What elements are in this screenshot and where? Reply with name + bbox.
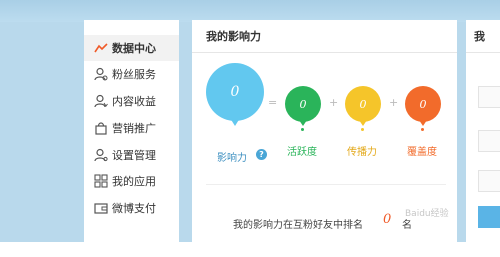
spread-dot: [361, 128, 364, 131]
sidebar-item-marketing[interactable]: 营销推广: [84, 115, 179, 141]
panel-title: 我的影响力: [206, 30, 261, 43]
right-panel: 我: [466, 20, 500, 242]
sidebar-item-fan-service[interactable]: 粉丝服务: [84, 61, 179, 87]
spread-value: 0: [359, 97, 367, 111]
top-banner: [0, 0, 500, 22]
right-panel-box: [478, 170, 500, 192]
shopping-bag-icon: [94, 121, 108, 135]
plus-sign: +: [329, 96, 339, 109]
spread-bubble-tail: [359, 120, 367, 126]
right-panel-button[interactable]: [478, 206, 500, 228]
coverage-dot: [421, 128, 424, 131]
spread-label: 传播力: [347, 147, 377, 158]
sidebar-item-label: 内容收益: [112, 95, 156, 108]
wallet-icon: [94, 201, 108, 215]
sidebar-item-label: 我的应用: [112, 175, 156, 188]
activity-value: 0: [299, 97, 307, 111]
plus-sign: +: [389, 96, 399, 109]
activity-bubble-tail: [299, 120, 307, 126]
sidebar-nav: 数据中心 粉丝服务 内容收益 营销推广 设置管理 我的应用 微博支付: [84, 20, 179, 242]
apps-grid-icon: [94, 174, 108, 188]
bottom-band: [0, 242, 500, 257]
activity-bubble: 0: [285, 86, 321, 122]
sidebar-item-weibo-pay[interactable]: 微博支付: [84, 195, 179, 221]
right-panel-title: 我: [474, 30, 485, 43]
sidebar-item-my-apps[interactable]: 我的应用: [84, 168, 179, 194]
sidebar-item-label: 微博支付: [112, 202, 156, 215]
sidebar-item-label: 营销推广: [112, 122, 156, 135]
coverage-bubble: 0: [405, 86, 441, 122]
equals-sign: =: [268, 96, 278, 109]
content-divider: [206, 184, 446, 185]
watermark: Baidu经验: [405, 209, 449, 219]
sidebar-item-settings[interactable]: 设置管理: [84, 142, 179, 168]
title-divider: [192, 52, 457, 53]
sidebar-item-label: 设置管理: [112, 149, 156, 162]
coverage-bubble-tail: [419, 120, 427, 126]
activity-label: 活跃度: [287, 147, 317, 158]
sidebar-item-label: 数据中心: [112, 42, 156, 55]
user-settings-icon: [94, 148, 108, 162]
right-panel-box: [478, 130, 500, 152]
rank-value: 0: [383, 212, 392, 227]
coverage-label: 覆盖度: [407, 147, 437, 158]
trend-line-icon: [94, 41, 108, 55]
user-icon: [94, 67, 108, 81]
coverage-value: 0: [419, 97, 427, 111]
sidebar-item-data-center[interactable]: 数据中心: [84, 35, 179, 61]
influence-label: 影响力: [217, 153, 247, 164]
influence-value: 0: [230, 84, 240, 100]
spread-bubble: 0: [345, 86, 381, 122]
influence-bubble-tail: [230, 118, 240, 126]
influence-bubble: 0: [206, 63, 264, 121]
sidebar-item-label: 粉丝服务: [112, 68, 156, 81]
user-coin-icon: [94, 94, 108, 108]
sidebar-item-content-income[interactable]: 内容收益: [84, 88, 179, 114]
right-panel-divider: [466, 52, 500, 53]
rank-prefix: 我的影响力在互粉好友中排名: [233, 220, 363, 231]
help-icon[interactable]: ?: [256, 149, 267, 160]
right-panel-box: [478, 86, 500, 108]
activity-dot: [301, 128, 304, 131]
